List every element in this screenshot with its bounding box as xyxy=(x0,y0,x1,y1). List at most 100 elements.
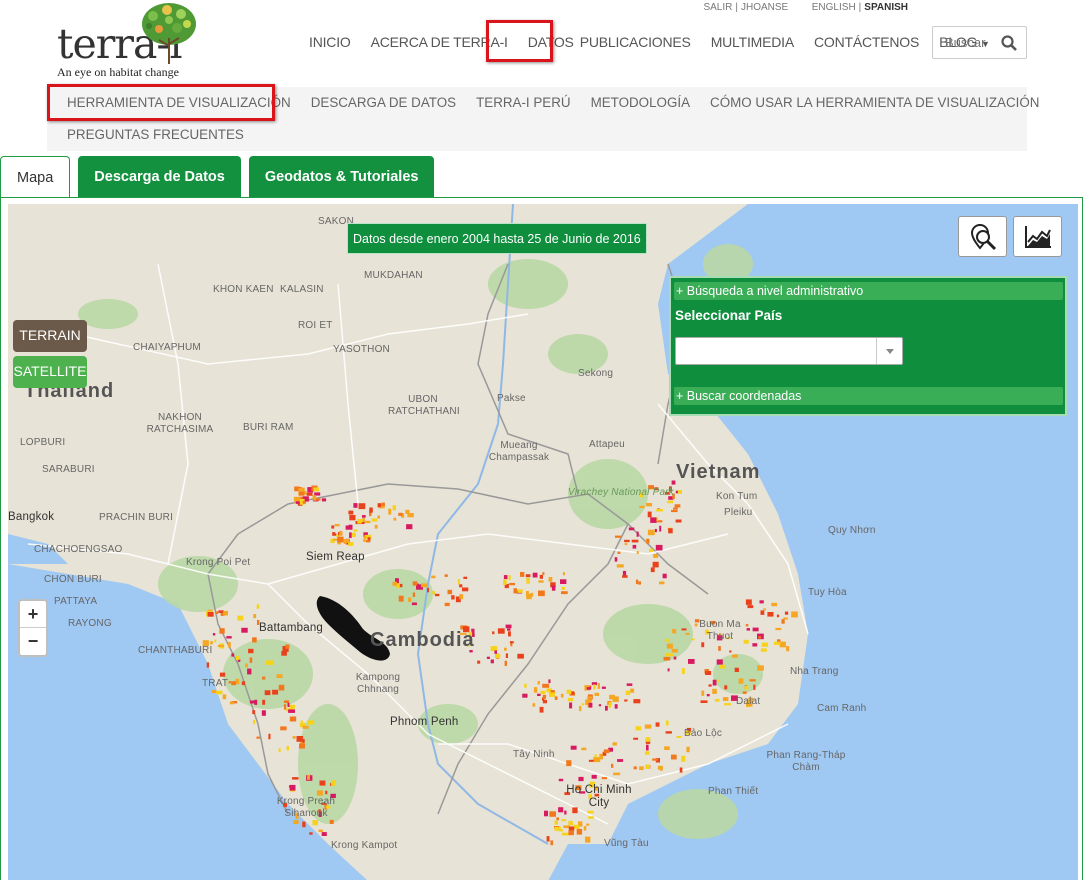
detection-pixel xyxy=(732,654,738,658)
user-link[interactable]: JHOANSE xyxy=(741,2,788,13)
nav-publicaciones[interactable]: PUBLICACIONES xyxy=(580,34,691,52)
coordinate-search-toggle[interactable]: + Buscar coordenadas xyxy=(674,387,1063,405)
detection-pixel xyxy=(477,660,481,664)
detection-pixel xyxy=(504,660,507,666)
label-sihanouk: Krong Preah Sihanouk xyxy=(276,796,336,819)
detection-pixel xyxy=(624,699,628,702)
detection-pixel xyxy=(581,703,585,706)
detection-pixel xyxy=(760,648,767,652)
search-panel: + Búsqueda a nivel administrativo Selecc… xyxy=(669,276,1067,416)
label-yasothon: YASOTHON xyxy=(333,344,390,355)
chevron-down-icon[interactable] xyxy=(876,338,902,364)
detection-pixel xyxy=(594,754,597,757)
detection-pixel xyxy=(325,790,328,795)
detection-pixel xyxy=(444,574,448,577)
detection-pixel xyxy=(674,504,681,508)
subnav-visualizacion[interactable]: HERRAMIENTA DE VISUALIZACIÓN xyxy=(67,95,291,111)
satellite-button[interactable]: SATELLITE xyxy=(13,356,87,388)
tab-mapa[interactable]: Mapa xyxy=(0,156,71,198)
detection-pixel xyxy=(276,674,283,678)
detection-pixel xyxy=(650,517,657,523)
label-vung-tau: Vũng Tàu xyxy=(604,838,649,849)
data-subnav: HERRAMIENTA DE VISUALIZACIÓN DESCARGA DE… xyxy=(47,87,1039,151)
label-chanthaburi: CHANTHABURI xyxy=(138,645,213,656)
search-box[interactable] xyxy=(932,26,1027,59)
detection-pixel xyxy=(509,641,514,644)
terrain-button[interactable]: TERRAIN xyxy=(13,320,87,352)
detection-pixel xyxy=(635,579,639,585)
map-view[interactable]: Thailand Vietnam Cambodia Bangkok Phnom … xyxy=(8,204,1078,880)
nav-contactenos[interactable]: CONTÁCTENOS xyxy=(814,34,919,52)
nav-acerca[interactable]: ACERCA DE TERRA-I xyxy=(371,34,508,52)
country-select[interactable] xyxy=(675,337,903,365)
zoom-out-button[interactable]: − xyxy=(20,628,46,655)
detection-pixel xyxy=(781,619,785,624)
detection-pixel xyxy=(560,693,564,698)
detection-pixel xyxy=(362,515,366,518)
detection-pixel xyxy=(287,702,290,707)
detection-pixel xyxy=(371,518,378,522)
detection-pixel xyxy=(406,524,413,530)
detection-pixel xyxy=(314,492,321,496)
detection-pixel xyxy=(318,829,323,832)
chart-tool[interactable] xyxy=(1013,216,1062,257)
detection-pixel xyxy=(714,698,720,702)
zoom-in-button[interactable]: + xyxy=(20,601,46,628)
detection-pixel xyxy=(601,777,607,780)
search-input[interactable] xyxy=(945,35,1009,50)
tab-geodatos[interactable]: Geodatos & Tutoriales xyxy=(248,156,435,198)
detection-pixel xyxy=(667,500,674,504)
detection-pixel xyxy=(671,754,677,760)
detection-pixel xyxy=(614,704,618,709)
detection-pixel xyxy=(374,524,378,529)
detection-pixel xyxy=(664,639,670,642)
detection-pixel xyxy=(742,691,747,694)
detection-pixel xyxy=(666,657,670,660)
subnav-terrai-peru[interactable]: TERRA-I PERÚ xyxy=(476,95,571,111)
lang-spanish-link[interactable]: SPANISH xyxy=(864,2,908,13)
subnav-metodologia[interactable]: METODOLOGÍA xyxy=(591,95,690,111)
label-chaiyaphum: CHAIYAPHUM xyxy=(133,342,201,353)
subnav-como-usar[interactable]: CÓMO USAR LA HERRAMIENTA DE VISUALIZACIÓ… xyxy=(710,95,1039,111)
detection-pixel xyxy=(434,593,440,597)
detection-pixel xyxy=(767,612,774,617)
detection-pixel xyxy=(444,602,450,607)
detection-pixel xyxy=(562,572,565,576)
terra-i-logo[interactable]: terra-i An eye on habitat change xyxy=(55,2,215,82)
subnav-descarga[interactable]: DESCARGA DE DATOS xyxy=(311,95,456,111)
nav-datos[interactable]: DATOS xyxy=(528,34,574,52)
label-saraburi: SARABURI xyxy=(42,464,95,475)
detection-pixel xyxy=(546,836,550,842)
detection-pixel xyxy=(583,826,587,831)
detection-pixel xyxy=(586,823,590,826)
detection-pixel xyxy=(542,572,545,575)
detection-pixel xyxy=(718,646,721,651)
detection-pixel xyxy=(293,820,299,825)
detection-pixel xyxy=(763,608,766,611)
detection-pixel xyxy=(614,557,618,562)
detection-pixel xyxy=(302,739,305,743)
nav-inicio[interactable]: INICIO xyxy=(309,34,351,52)
nav-multimedia[interactable]: MULTIMEDIA xyxy=(711,34,795,52)
detection-pixel xyxy=(784,611,789,615)
tab-descarga-datos[interactable]: Descarga de Datos xyxy=(78,156,241,198)
detection-pixel xyxy=(556,817,559,821)
search-icon[interactable] xyxy=(1001,35,1017,51)
detection-pixel xyxy=(299,743,305,749)
detection-pixel xyxy=(646,538,650,544)
detection-pixel xyxy=(281,651,287,656)
detection-pixel xyxy=(757,665,764,671)
detection-pixel xyxy=(631,539,639,543)
label-chachoengsao: CHACHOENGSAO xyxy=(34,544,123,555)
subnav-preguntas[interactable]: PREGUNTAS FRECUENTES xyxy=(67,127,244,143)
lang-english-link[interactable]: ENGLISH xyxy=(812,2,856,13)
detection-pixel xyxy=(775,627,782,631)
location-search-tool[interactable] xyxy=(958,216,1007,257)
label-prachin-buri: PRACHIN BURI xyxy=(99,512,174,523)
detection-pixel xyxy=(752,643,758,647)
admin-search-toggle[interactable]: + Búsqueda a nivel administrativo xyxy=(674,282,1063,300)
line-chart-icon xyxy=(1024,225,1051,248)
detection-pixel xyxy=(538,580,544,583)
logout-link[interactable]: SALIR xyxy=(703,2,732,13)
detection-pixel xyxy=(288,709,295,713)
